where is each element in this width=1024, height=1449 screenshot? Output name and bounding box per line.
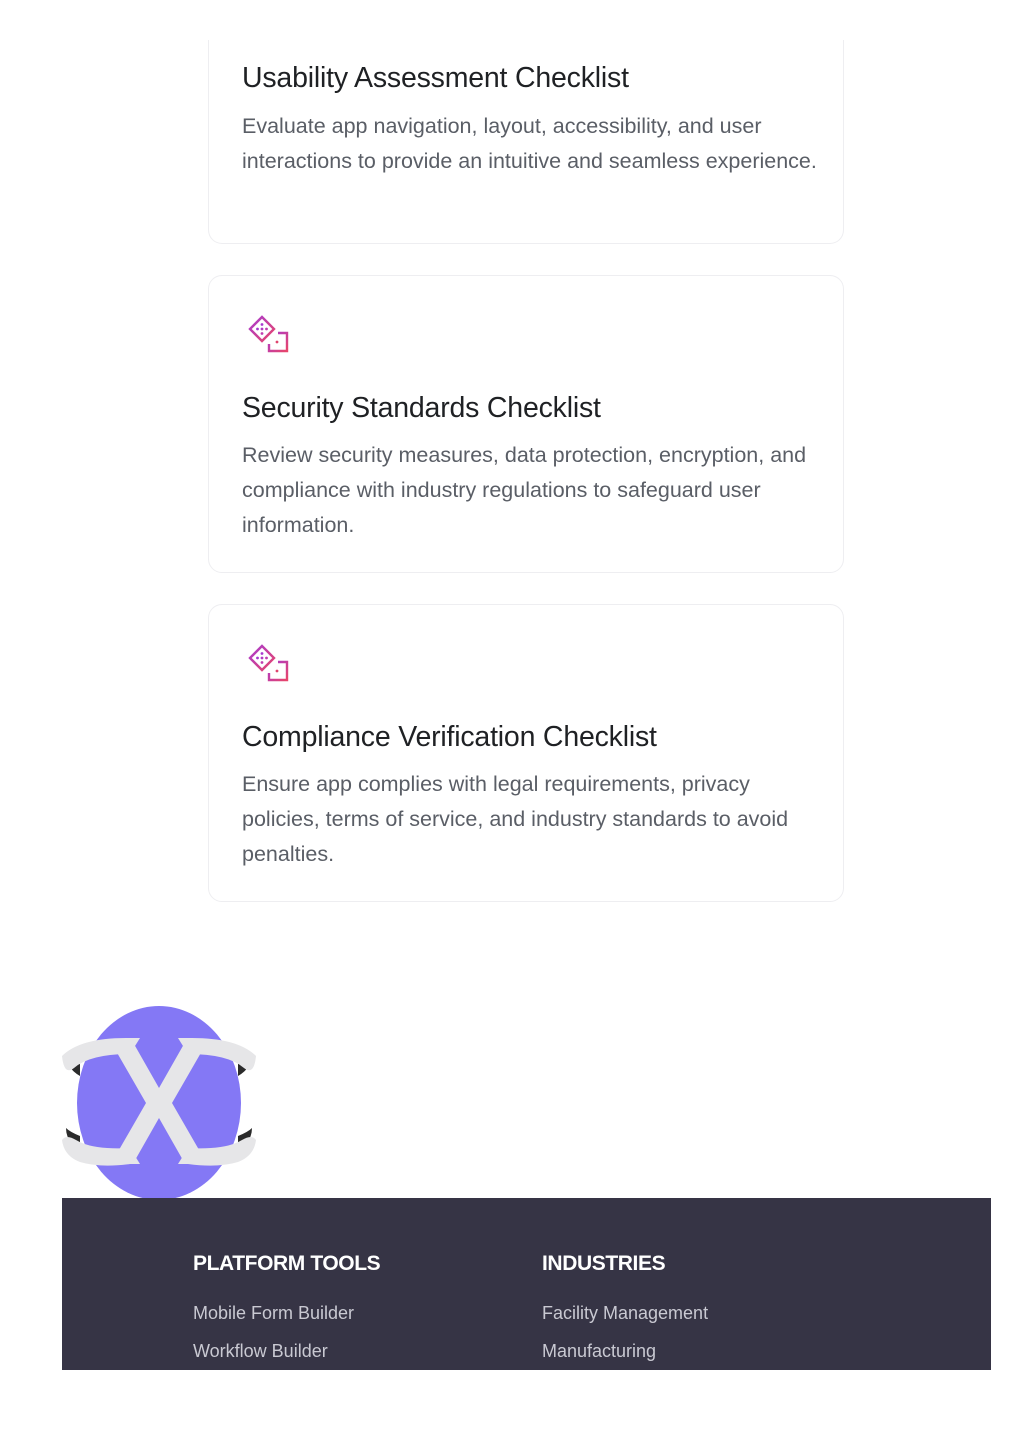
brand-logo[interactable] — [60, 1004, 258, 1202]
list-item: Manufacturing — [542, 1333, 708, 1371]
card-description: Ensure app complies with legal requireme… — [242, 772, 789, 866]
footer-heading: INDUSTRIES — [542, 1252, 666, 1275]
card-title: Security Standards Checklist — [242, 392, 601, 424]
card-description: Review security measures, data protectio… — [242, 443, 807, 537]
list-item: Workflow Builder — [193, 1333, 380, 1371]
footer-column-industries: INDUSTRIES Facility Management Manufactu… — [542, 1251, 708, 1371]
footer-heading: PLATFORM TOOLS — [193, 1252, 381, 1275]
card-description: Evaluate app navigation, layout, accessi… — [242, 114, 817, 173]
checklist-diamond-icon — [248, 315, 289, 353]
checklist-diamond-icon — [248, 644, 289, 682]
footer-link-list: Facility Management Manufacturing — [542, 1295, 708, 1371]
card-title: Usability Assessment Checklist — [242, 62, 629, 94]
footer-link-workflow-builder[interactable]: Workflow Builder — [193, 1341, 328, 1361]
footer-link-manufacturing[interactable]: Manufacturing — [542, 1341, 656, 1361]
checklist-card-security: Security Standards Checklist Review secu… — [208, 275, 844, 573]
footer-link-mobile-form-builder[interactable]: Mobile Form Builder — [193, 1303, 354, 1323]
footer-column-platform-tools: PLATFORM TOOLS Mobile Form Builder Workf… — [193, 1251, 381, 1371]
footer-link-list: Mobile Form Builder Workflow Builder — [193, 1295, 380, 1371]
list-item: Facility Management — [542, 1295, 708, 1333]
card-title: Compliance Verification Checklist — [242, 721, 657, 753]
checklist-card-usability: Usability Assessment Checklist Evaluate … — [208, 40, 844, 244]
site-footer: PLATFORM TOOLS Mobile Form Builder Workf… — [62, 1198, 991, 1370]
checklist-card-compliance: Compliance Verification Checklist Ensure… — [208, 604, 844, 902]
footer-link-facility-management[interactable]: Facility Management — [542, 1303, 708, 1323]
list-item: Mobile Form Builder — [193, 1295, 380, 1333]
